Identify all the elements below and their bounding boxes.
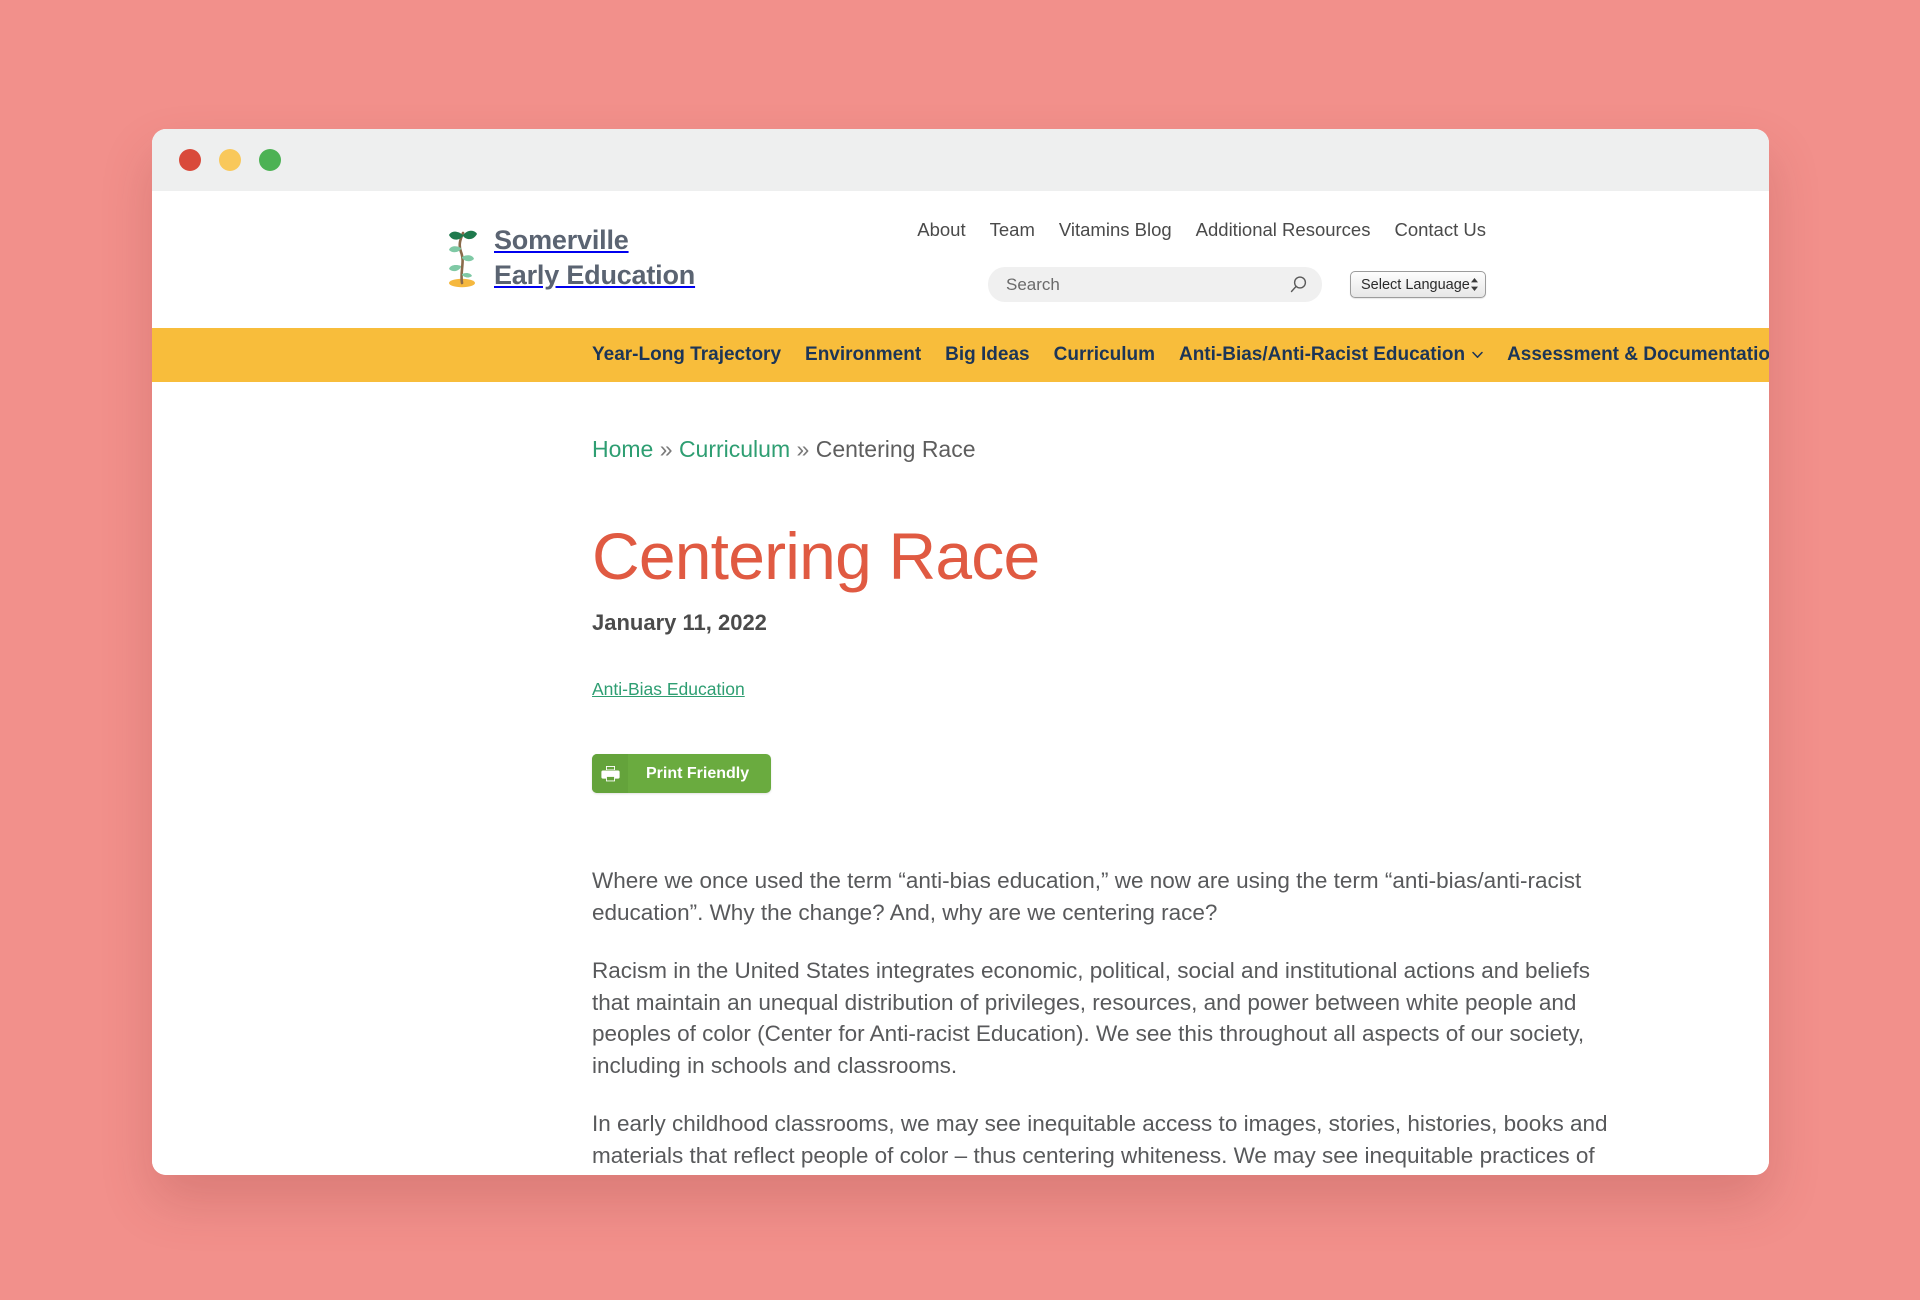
logo-text: Somerville Early Education [494,223,695,292]
main-nav-label: Environment [805,344,922,365]
site-logo[interactable]: Somerville Early Education [440,223,695,292]
main-nav: Year-Long Trajectory Environment Big Ide… [152,328,1769,382]
breadcrumb-curriculum[interactable]: Curriculum [679,436,790,462]
top-nav-item-team[interactable]: Team [990,219,1035,241]
article-body: Where we once used the term “anti-bias e… [592,865,1622,1175]
logo-line-1: Somerville [494,225,629,255]
main-nav-item-year-long-trajectory[interactable]: Year-Long Trajectory [592,344,781,366]
main-nav-item-assessment-documentation[interactable]: Assessment & Documentation [1507,344,1769,366]
chevron-down-icon [1472,351,1483,358]
breadcrumb-separator: » [796,436,810,462]
maximize-window-button[interactable] [259,149,281,171]
breadcrumb: Home » Curriculum » Centering Race [592,436,1769,463]
main-nav-label: Assessment & Documentation [1507,344,1769,365]
stepper-arrows-icon [1471,278,1478,291]
search-input[interactable] [1006,274,1289,295]
logo-line-2: Early Education [494,259,696,290]
print-friendly-label: Print Friendly [646,764,750,782]
main-nav-label: Big Ideas [945,344,1030,365]
minimize-window-button[interactable] [219,149,241,171]
main-nav-label: Year-Long Trajectory [592,344,782,365]
main-nav-label: Anti-Bias/Anti-Racist Education [1178,344,1466,365]
main-nav-item-curriculum[interactable]: Curriculum [1054,344,1155,366]
main-nav-item-big-ideas[interactable]: Big Ideas [945,344,1029,366]
top-nav-item-about[interactable]: About [917,219,965,241]
print-friendly-button[interactable]: Print Friendly [592,754,772,794]
top-nav-item-additional-resources[interactable]: Additional Resources [1196,219,1371,241]
page-content: Home » Curriculum » Centering Race Cente… [152,382,1769,1175]
page-title: Centering Race [592,519,1040,593]
site-header: Somerville Early Education About Team Vi… [152,191,1769,328]
printer-icon-wrap [592,754,628,794]
language-select[interactable]: Select Language [1350,271,1486,298]
top-nav-item-vitamins-blog[interactable]: Vitamins Blog [1059,219,1172,241]
main-nav-item-anti-bias-anti-racist-education[interactable]: Anti-Bias/Anti-Racist Education [1179,344,1483,366]
top-utility-nav: About Team Vitamins Blog Additional Reso… [917,219,1486,241]
main-nav-label: Curriculum [1053,344,1155,365]
language-select-value: Select Language [1361,276,1470,293]
printer-icon [600,766,620,782]
browser-titlebar [152,129,1769,191]
post-category-link[interactable]: Anti-Bias Education [592,679,745,700]
top-nav-item-contact-us[interactable]: Contact Us [1394,219,1486,241]
article-paragraph: In early childhood classrooms, we may se… [592,1111,1608,1175]
header-tools: Select Language [988,267,1486,302]
post-date: January 11, 2022 [592,610,767,636]
breadcrumb-current: Centering Race [815,436,976,462]
article-paragraph: Racism in the United States integrates e… [592,958,1591,1078]
close-window-button[interactable] [179,149,201,171]
page-viewport: Somerville Early Education About Team Vi… [152,191,1769,1175]
breadcrumb-separator: » [659,436,673,462]
search-box[interactable] [988,267,1322,302]
browser-window: Somerville Early Education About Team Vi… [152,129,1769,1175]
sprout-icon [449,230,477,287]
main-nav-item-environment[interactable]: Environment [805,344,921,366]
breadcrumb-home[interactable]: Home [592,436,653,462]
search-icon[interactable] [1289,275,1308,294]
article-paragraph: Where we once used the term “anti-bias e… [592,868,1582,925]
